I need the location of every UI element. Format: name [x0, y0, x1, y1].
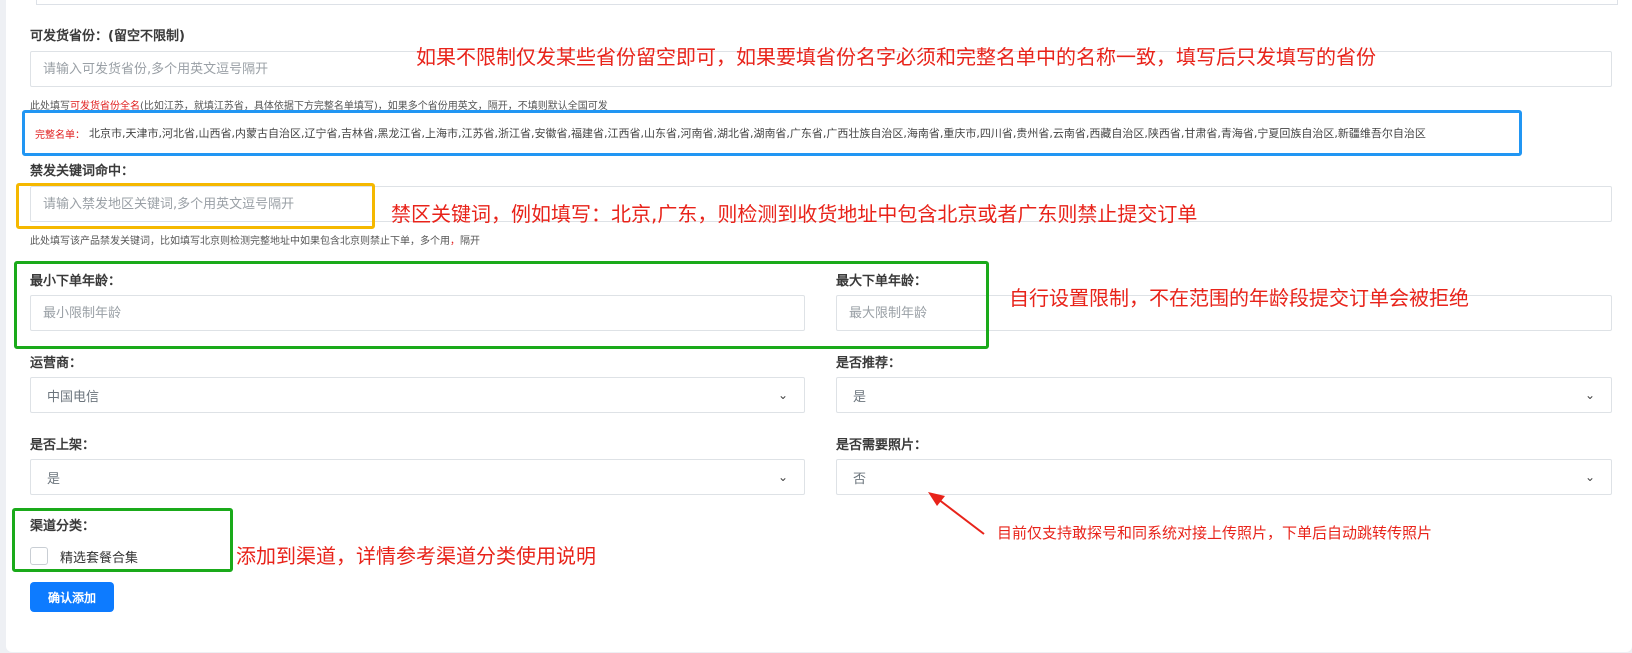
full-province-list: 完整名单： 北京市,天津市,河北省,山西省,内蒙古自治区,辽宁省,吉林省,黑龙江省… [22, 110, 1522, 156]
operator-label: 运营商： [30, 356, 83, 371]
chevron-down-icon: ⌄ [777, 388, 788, 402]
keywords-annotation: 禁区关键词，例如填写：北京,广东，则检测到收货地址中包含北京或者广东则禁止提交订… [391, 202, 1198, 226]
age-highlight-box [14, 261, 989, 349]
province-label: 可发货省份：(留空不限制) [30, 29, 185, 44]
age-annotation: 自行设置限制，不在范围的年龄段提交订单会被拒绝 [1009, 286, 1469, 310]
keywords-hint: 此处填写该产品禁发关键词，比如填写北京则检测完整地址中如果包含北京则禁止下单，多… [30, 236, 480, 247]
keywords-highlight-box [16, 183, 375, 229]
previous-field-edge [36, 0, 1618, 5]
recommend-label: 是否推荐： [836, 356, 902, 371]
chevron-down-icon: ⌄ [777, 470, 788, 484]
channel-highlight-box [12, 508, 233, 572]
listed-label: 是否上架： [30, 438, 96, 453]
full-list-text: 北京市,天津市,河北省,山西省,内蒙古自治区,辽宁省,吉林省,黑龙江省,上海市,… [89, 127, 1426, 140]
photo-annotation: 目前仅支持敢探号和同系统对接上传照片，下单后自动跳转传照片 [997, 524, 1433, 542]
chevron-down-icon: ⌄ [1584, 470, 1595, 484]
red-arrow [928, 492, 985, 535]
keywords-label: 禁发关键词命中： [30, 164, 135, 179]
chevron-down-icon: ⌄ [1584, 388, 1595, 402]
confirm-add-button[interactable]: 确认添加 [30, 582, 114, 612]
channel-annotation: 添加到渠道，详情参考渠道分类使用说明 [236, 544, 596, 568]
red-arrow-shaft [937, 498, 985, 535]
recommend-select[interactable]: 是 ⌄ [836, 377, 1612, 413]
operator-select[interactable]: 中国电信 ⌄ [30, 377, 805, 413]
recommend-value: 是 [853, 389, 867, 405]
province-annotation: 如果不限制仅发某些省份留空即可，如果要填省份名字必须和完整名单中的名称一致，填写… [416, 45, 1376, 69]
photo-value: 否 [853, 471, 867, 487]
listed-select[interactable]: 是 ⌄ [30, 459, 805, 495]
operator-value: 中国电信 [47, 389, 100, 405]
full-list-tag: 完整名单： [35, 129, 85, 141]
photo-label: 是否需要照片： [836, 438, 928, 453]
listed-value: 是 [47, 471, 61, 487]
red-arrow-head [928, 492, 945, 506]
